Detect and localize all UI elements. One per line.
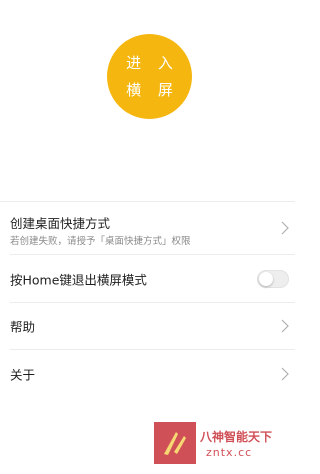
- help-title: 帮助: [10, 319, 36, 335]
- settings-list: 创建桌面快捷方式 若创建失败，请授予「桌面快捷方式」权限 按Home键退出横屏模…: [0, 202, 295, 397]
- watermark: 八神智能天下 zntx.cc: [154, 422, 295, 464]
- watermark-domain: zntx.cc: [206, 446, 253, 459]
- about-item[interactable]: 关于: [10, 350, 295, 397]
- toggle-knob: [259, 271, 273, 286]
- watermark-logo-icon: [154, 422, 196, 464]
- create-shortcut-title: 创建桌面快捷方式: [10, 216, 111, 231]
- enter-landscape-button[interactable]: 进 入 横 屏: [107, 34, 192, 119]
- chevron-right-icon: [281, 221, 289, 235]
- enter-landscape-label-line2: 横 屏: [126, 80, 179, 99]
- help-item[interactable]: 帮助: [10, 303, 295, 350]
- about-title: 关于: [10, 367, 36, 382]
- chevron-right-icon: [281, 319, 289, 333]
- chevron-right-icon: [281, 367, 289, 380]
- home-exit-item: 按Home键退出横屏模式: [10, 255, 295, 303]
- create-shortcut-item[interactable]: 创建桌面快捷方式 若创建失败，请授予「桌面快捷方式」权限: [10, 202, 295, 255]
- home-exit-toggle[interactable]: [257, 269, 289, 288]
- create-shortcut-hint: 若创建失败，请授予「桌面快捷方式」权限: [10, 236, 191, 247]
- watermark-name: 八神智能天下: [200, 430, 273, 444]
- home-exit-title: 按Home键退出横屏模式: [10, 272, 147, 287]
- enter-landscape-label-line1: 进 入: [126, 53, 179, 72]
